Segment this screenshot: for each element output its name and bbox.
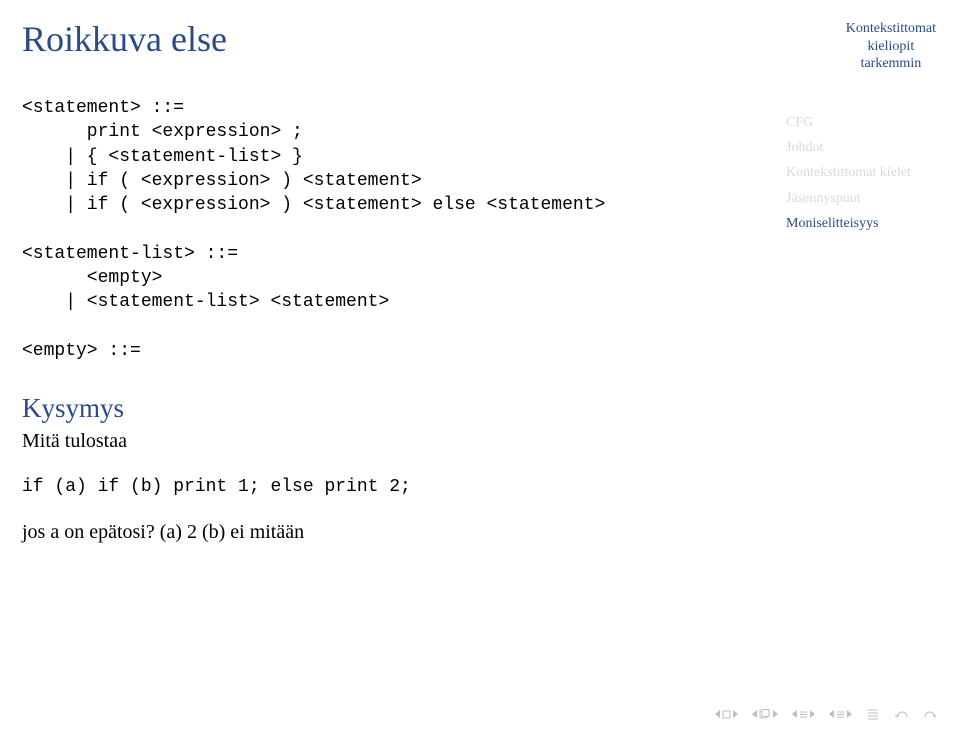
nav-back-icon[interactable] bbox=[894, 707, 908, 721]
lines-icon bbox=[836, 710, 845, 719]
beamer-navbar bbox=[715, 707, 936, 721]
question-sub: Mitä tulostaa bbox=[22, 430, 762, 453]
sidebar-item-cfg[interactable]: CFG bbox=[786, 110, 936, 135]
content-area: <statement> ::= print <expression> ; | {… bbox=[22, 96, 762, 544]
nav-next-frame[interactable] bbox=[829, 710, 852, 719]
nav-prev-subsection[interactable] bbox=[752, 709, 778, 719]
triangle-right-icon bbox=[810, 710, 815, 718]
nav-summary-icon[interactable] bbox=[866, 707, 880, 721]
question-codeline: if (a) if (b) print 1; else print 2; bbox=[22, 477, 762, 497]
page-title: Roikkuva else bbox=[22, 18, 960, 60]
lines-icon bbox=[799, 710, 808, 719]
header-short-title: Kontekstittomat kieliopit tarkemmin bbox=[846, 20, 936, 73]
header-line: tarkemmin bbox=[846, 55, 936, 73]
question-answer: jos a on epätosi? (a) 2 (b) ei mitään bbox=[22, 521, 762, 544]
triangle-right-icon bbox=[847, 710, 852, 718]
triangle-left-icon bbox=[752, 710, 757, 718]
nav-prev-frame[interactable] bbox=[792, 710, 815, 719]
question-heading: Kysymys bbox=[22, 393, 762, 424]
slide: Kontekstittomat kieliopit tarkemmin Roik… bbox=[0, 0, 960, 735]
sidebar-item-kielet[interactable]: Kontekstittomat kielet bbox=[786, 160, 936, 185]
header-line: Kontekstittomat bbox=[846, 20, 936, 38]
triangle-left-icon bbox=[829, 710, 834, 718]
triangle-left-icon bbox=[792, 710, 797, 718]
double-square-icon bbox=[759, 709, 771, 719]
triangle-right-icon bbox=[773, 710, 778, 718]
sidebar-item-moniselitteisyys[interactable]: Moniselitteisyys bbox=[786, 211, 936, 236]
triangle-left-icon bbox=[715, 710, 720, 718]
sidebar-nav: CFG Johdot Kontekstittomat kielet Jäsenn… bbox=[786, 110, 936, 236]
header-line: kieliopit bbox=[846, 38, 936, 56]
triangle-right-icon bbox=[733, 710, 738, 718]
sidebar-item-johdot[interactable]: Johdot bbox=[786, 135, 936, 160]
square-icon bbox=[722, 710, 731, 719]
grammar-code-block: <statement> ::= print <expression> ; | {… bbox=[22, 96, 762, 363]
sidebar-item-jasennyspuut[interactable]: Jäsennyspuut bbox=[786, 186, 936, 211]
nav-forward-icon[interactable] bbox=[922, 707, 936, 721]
nav-prev-section[interactable] bbox=[715, 710, 738, 719]
